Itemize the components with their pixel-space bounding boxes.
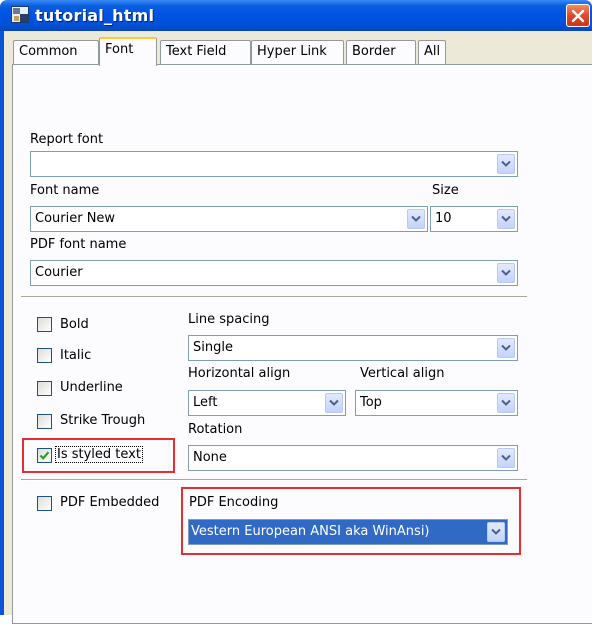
tab-font[interactable]: Font xyxy=(99,37,157,66)
checkmark-icon xyxy=(39,451,50,460)
dropdown-button[interactable] xyxy=(497,338,515,358)
horizontal-align-select[interactable]: Left xyxy=(188,390,346,416)
horizontal-align-label: Horizontal align xyxy=(188,366,291,381)
title-bar: tutorial_html xyxy=(0,0,592,31)
is-styled-text-checkbox[interactable] xyxy=(37,448,52,463)
tab-all[interactable]: All xyxy=(418,40,446,64)
dropdown-button[interactable] xyxy=(487,522,505,542)
italic-label: Italic xyxy=(60,348,92,363)
line-spacing-select[interactable]: Single xyxy=(188,335,518,361)
size-label: Size xyxy=(432,183,459,198)
separator-highlight xyxy=(21,297,527,298)
font-tab-panel: Report font Font name Size Courier New 1… xyxy=(12,64,592,624)
rotation-value: None xyxy=(193,450,227,465)
vertical-align-value: Top xyxy=(360,395,382,410)
line-spacing-value: Single xyxy=(193,340,233,355)
dropdown-button[interactable] xyxy=(497,448,515,468)
pdf-font-name-label: PDF font name xyxy=(30,237,127,252)
chevron-down-icon xyxy=(329,399,339,406)
pdf-embedded-label: PDF Embedded xyxy=(60,495,160,510)
rotation-select[interactable]: None xyxy=(188,445,518,471)
rotation-label: Rotation xyxy=(188,422,243,437)
pdf-encoding-select[interactable]: Vestern European ANSI aka WinAnsi) xyxy=(188,519,508,545)
window-title: tutorial_html xyxy=(35,6,155,25)
dropdown-button[interactable] xyxy=(497,263,515,283)
underline-label: Underline xyxy=(60,380,123,395)
chevron-down-icon xyxy=(501,454,511,461)
size-value: 10 xyxy=(435,211,452,226)
tab-text-field[interactable]: Text Field xyxy=(160,40,251,64)
vertical-align-label: Vertical align xyxy=(360,366,445,381)
font-name-label: Font name xyxy=(30,183,100,198)
strike-trough-checkbox[interactable] xyxy=(37,414,52,429)
tab-border[interactable]: Border xyxy=(346,40,416,64)
chevron-down-icon xyxy=(501,215,511,222)
chevron-down-icon xyxy=(501,269,511,276)
dropdown-button[interactable] xyxy=(497,154,515,174)
font-name-value: Courier New xyxy=(35,211,116,226)
horizontal-align-value: Left xyxy=(193,395,218,410)
is-styled-text-label: Is styled text xyxy=(55,446,143,463)
bold-label: Bold xyxy=(60,317,89,332)
dropdown-button[interactable] xyxy=(497,393,515,413)
report-font-select[interactable] xyxy=(30,151,518,177)
pdf-embedded-checkbox[interactable] xyxy=(37,496,52,511)
pdf-encoding-label: PDF Encoding xyxy=(189,495,279,510)
pdf-encoding-value: Vestern European ANSI aka WinAnsi) xyxy=(191,524,430,539)
strike-trough-label: Strike Trough xyxy=(60,413,146,428)
font-name-select[interactable]: Courier New xyxy=(30,206,428,232)
line-spacing-label: Line spacing xyxy=(188,312,270,327)
vertical-align-select[interactable]: Top xyxy=(355,390,518,416)
report-font-label: Report font xyxy=(30,132,104,147)
close-icon xyxy=(571,9,585,23)
chevron-down-icon xyxy=(501,160,511,167)
pdf-font-name-value: Courier xyxy=(35,265,83,280)
pdf-font-name-select[interactable]: Courier xyxy=(30,260,518,286)
dropdown-button[interactable] xyxy=(497,209,515,229)
bold-checkbox[interactable] xyxy=(37,317,52,332)
separator-highlight xyxy=(21,480,527,481)
close-button[interactable] xyxy=(566,4,590,27)
underline-checkbox[interactable] xyxy=(37,381,52,396)
chevron-down-icon xyxy=(501,344,511,351)
dropdown-button[interactable] xyxy=(325,393,343,413)
chevron-down-icon xyxy=(411,215,421,222)
tab-common[interactable]: Common xyxy=(13,40,99,64)
size-select[interactable]: 10 xyxy=(430,206,518,232)
tab-hyper-link[interactable]: Hyper Link xyxy=(251,40,344,64)
chevron-down-icon xyxy=(491,528,501,535)
dropdown-button[interactable] xyxy=(407,209,425,229)
italic-checkbox[interactable] xyxy=(37,348,52,363)
chevron-down-icon xyxy=(501,399,511,406)
app-icon xyxy=(11,6,29,23)
